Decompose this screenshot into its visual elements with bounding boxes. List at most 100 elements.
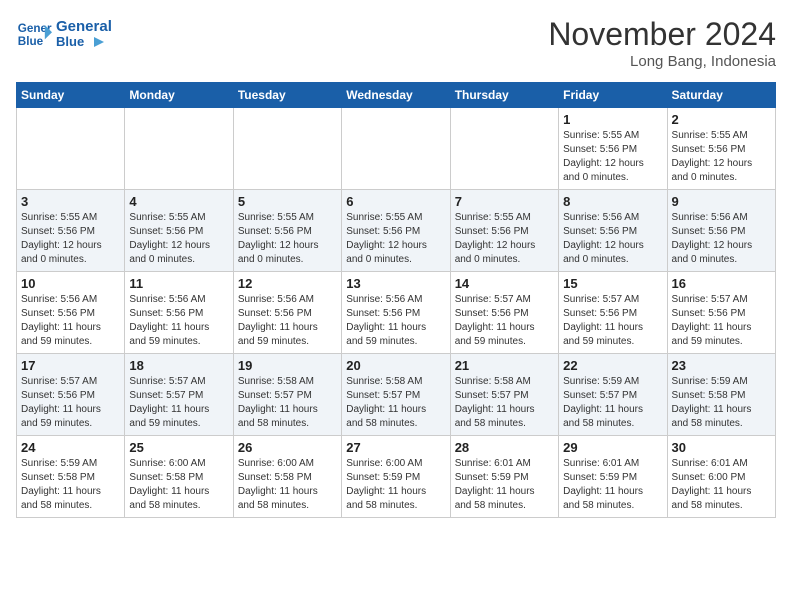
calendar-cell: 16 Sunrise: 5:57 AMSunset: 5:56 PMDayligh… xyxy=(667,272,775,354)
logo-text: General Blue xyxy=(56,19,112,50)
day-number: 24 xyxy=(21,440,120,455)
day-number: 26 xyxy=(238,440,337,455)
weekday-header-wednesday: Wednesday xyxy=(342,83,450,108)
day-info: Sunrise: 5:55 AMSunset: 5:56 PMDaylight:… xyxy=(129,211,228,267)
calendar-cell: 5Sunrise: 5:55 AMSunset: 5:56 PMDaylight… xyxy=(233,190,341,272)
day-number: 1 xyxy=(563,112,662,127)
day-info: Sunrise: 5:55 AMSunset: 5:56 PMDaylight:… xyxy=(21,211,120,267)
day-number: 19 xyxy=(238,358,337,373)
weekday-header-saturday: Saturday xyxy=(667,83,775,108)
day-number: 28 xyxy=(455,440,554,455)
calendar-cell xyxy=(17,108,125,190)
logo-icon: General Blue xyxy=(16,16,52,52)
calendar-cell: 8 Sunrise: 5:56 AMSunset: 5:56 PMDaylight… xyxy=(559,190,667,272)
day-info: Sunrise: 5:57 AMSunset: 5:56 PMDaylight:… xyxy=(563,293,662,349)
calendar-week-3: 17 Sunrise: 5:57 AMSunset: 5:56 PMDayligh… xyxy=(17,354,776,436)
day-info: Sunrise: 5:57 AMSunset: 5:57 PMDaylight:… xyxy=(129,375,228,431)
calendar-cell xyxy=(233,108,341,190)
day-number: 7 xyxy=(455,194,554,209)
day-info: Sunrise: 5:57 AMSunset: 5:56 PMDaylight:… xyxy=(21,375,120,431)
day-number: 15 xyxy=(563,276,662,291)
day-info: Sunrise: 5:56 AMSunset: 5:56 PMDaylight:… xyxy=(238,293,337,349)
day-number: 5 xyxy=(238,194,337,209)
day-number: 25 xyxy=(129,440,228,455)
calendar-week-1: 3 Sunrise: 5:55 AMSunset: 5:56 PMDaylight… xyxy=(17,190,776,272)
day-info: Sunrise: 5:59 AMSunset: 5:58 PMDaylight:… xyxy=(672,375,771,431)
day-number: 17 xyxy=(21,358,120,373)
day-number: 22 xyxy=(563,358,662,373)
calendar-cell: 17 Sunrise: 5:57 AMSunset: 5:56 PMDayligh… xyxy=(17,354,125,436)
day-number: 12 xyxy=(238,276,337,291)
day-number: 13 xyxy=(346,276,445,291)
day-info: Sunrise: 5:58 AMSunset: 5:57 PMDaylight:… xyxy=(346,375,445,431)
calendar-cell: 30 Sunrise: 6:01 AMSunset: 6:00 PMDayligh… xyxy=(667,436,775,518)
calendar-cell: 11Sunrise: 5:56 AMSunset: 5:56 PMDayligh… xyxy=(125,272,233,354)
day-number: 29 xyxy=(563,440,662,455)
calendar-cell: 24 Sunrise: 5:59 AMSunset: 5:58 PMDayligh… xyxy=(17,436,125,518)
day-info: Sunrise: 5:56 AMSunset: 5:56 PMDaylight:… xyxy=(21,293,120,349)
day-number: 16 xyxy=(672,276,771,291)
day-number: 27 xyxy=(346,440,445,455)
calendar-cell: 21Sunrise: 5:58 AMSunset: 5:57 PMDayligh… xyxy=(450,354,558,436)
day-number: 18 xyxy=(129,358,228,373)
weekday-header-monday: Monday xyxy=(125,83,233,108)
day-number: 6 xyxy=(346,194,445,209)
day-number: 23 xyxy=(672,358,771,373)
weekday-header-tuesday: Tuesday xyxy=(233,83,341,108)
calendar-cell: 19 Sunrise: 5:58 AMSunset: 5:57 PMDayligh… xyxy=(233,354,341,436)
day-number: 30 xyxy=(672,440,771,455)
calendar-cell xyxy=(342,108,450,190)
calendar-week-2: 10Sunrise: 5:56 AMSunset: 5:56 PMDayligh… xyxy=(17,272,776,354)
calendar-cell: 12 Sunrise: 5:56 AMSunset: 5:56 PMDayligh… xyxy=(233,272,341,354)
day-number: 3 xyxy=(21,194,120,209)
day-info: Sunrise: 5:56 AMSunset: 5:56 PMDaylight:… xyxy=(346,293,445,349)
calendar-week-0: 1 Sunrise: 5:55 AMSunset: 5:56 PMDaylight… xyxy=(17,108,776,190)
day-info: Sunrise: 6:00 AMSunset: 5:59 PMDaylight:… xyxy=(346,457,445,513)
day-info: Sunrise: 5:55 AMSunset: 5:56 PMDaylight:… xyxy=(346,211,445,267)
calendar-cell: 2Sunrise: 5:55 AMSunset: 5:56 PMDaylight… xyxy=(667,108,775,190)
calendar-cell: 29 Sunrise: 6:01 AMSunset: 5:59 PMDayligh… xyxy=(559,436,667,518)
weekday-header-sunday: Sunday xyxy=(17,83,125,108)
calendar-body: 1 Sunrise: 5:55 AMSunset: 5:56 PMDaylight… xyxy=(17,108,776,518)
calendar-cell: 9Sunrise: 5:56 AMSunset: 5:56 PMDaylight… xyxy=(667,190,775,272)
title-block: November 2024 Long Bang, Indonesia xyxy=(548,16,776,70)
month-title: November 2024 xyxy=(548,16,776,53)
day-info: Sunrise: 5:55 AMSunset: 5:56 PMDaylight:… xyxy=(563,129,662,185)
calendar-cell: 7Sunrise: 5:55 AMSunset: 5:56 PMDaylight… xyxy=(450,190,558,272)
calendar-cell xyxy=(450,108,558,190)
day-info: Sunrise: 6:01 AMSunset: 5:59 PMDaylight:… xyxy=(563,457,662,513)
calendar-cell: 4 Sunrise: 5:55 AMSunset: 5:56 PMDaylight… xyxy=(125,190,233,272)
day-info: Sunrise: 5:58 AMSunset: 5:57 PMDaylight:… xyxy=(238,375,337,431)
day-info: Sunrise: 6:01 AMSunset: 6:00 PMDaylight:… xyxy=(672,457,771,513)
calendar-cell: 1 Sunrise: 5:55 AMSunset: 5:56 PMDaylight… xyxy=(559,108,667,190)
day-number: 11 xyxy=(129,276,228,291)
location: Long Bang, Indonesia xyxy=(548,53,776,70)
day-number: 4 xyxy=(129,194,228,209)
calendar-week-4: 24 Sunrise: 5:59 AMSunset: 5:58 PMDayligh… xyxy=(17,436,776,518)
calendar-cell: 13 Sunrise: 5:56 AMSunset: 5:56 PMDayligh… xyxy=(342,272,450,354)
logo-wing-icon xyxy=(86,35,104,49)
day-info: Sunrise: 5:57 AMSunset: 5:56 PMDaylight:… xyxy=(672,293,771,349)
calendar-cell: 15 Sunrise: 5:57 AMSunset: 5:56 PMDayligh… xyxy=(559,272,667,354)
day-info: Sunrise: 5:55 AMSunset: 5:56 PMDaylight:… xyxy=(672,129,771,185)
day-info: Sunrise: 5:56 AMSunset: 5:56 PMDaylight:… xyxy=(563,211,662,267)
calendar-cell: 14Sunrise: 5:57 AMSunset: 5:56 PMDayligh… xyxy=(450,272,558,354)
day-info: Sunrise: 5:59 AMSunset: 5:57 PMDaylight:… xyxy=(563,375,662,431)
day-number: 9 xyxy=(672,194,771,209)
calendar-cell: 10Sunrise: 5:56 AMSunset: 5:56 PMDayligh… xyxy=(17,272,125,354)
day-info: Sunrise: 6:00 AMSunset: 5:58 PMDaylight:… xyxy=(238,457,337,513)
calendar-cell: 23 Sunrise: 5:59 AMSunset: 5:58 PMDayligh… xyxy=(667,354,775,436)
day-number: 14 xyxy=(455,276,554,291)
weekday-header-friday: Friday xyxy=(559,83,667,108)
calendar-cell: 22 Sunrise: 5:59 AMSunset: 5:57 PMDayligh… xyxy=(559,354,667,436)
calendar-cell: 27 Sunrise: 6:00 AMSunset: 5:59 PMDayligh… xyxy=(342,436,450,518)
day-number: 8 xyxy=(563,194,662,209)
day-info: Sunrise: 5:59 AMSunset: 5:58 PMDaylight:… xyxy=(21,457,120,513)
logo: General Blue General Blue xyxy=(16,16,112,52)
svg-text:Blue: Blue xyxy=(18,35,44,48)
weekday-row: SundayMondayTuesdayWednesdayThursdayFrid… xyxy=(17,83,776,108)
day-info: Sunrise: 6:00 AMSunset: 5:58 PMDaylight:… xyxy=(129,457,228,513)
calendar-header: SundayMondayTuesdayWednesdayThursdayFrid… xyxy=(17,83,776,108)
calendar-cell: 25 Sunrise: 6:00 AMSunset: 5:58 PMDayligh… xyxy=(125,436,233,518)
calendar-cell: 6 Sunrise: 5:55 AMSunset: 5:56 PMDaylight… xyxy=(342,190,450,272)
